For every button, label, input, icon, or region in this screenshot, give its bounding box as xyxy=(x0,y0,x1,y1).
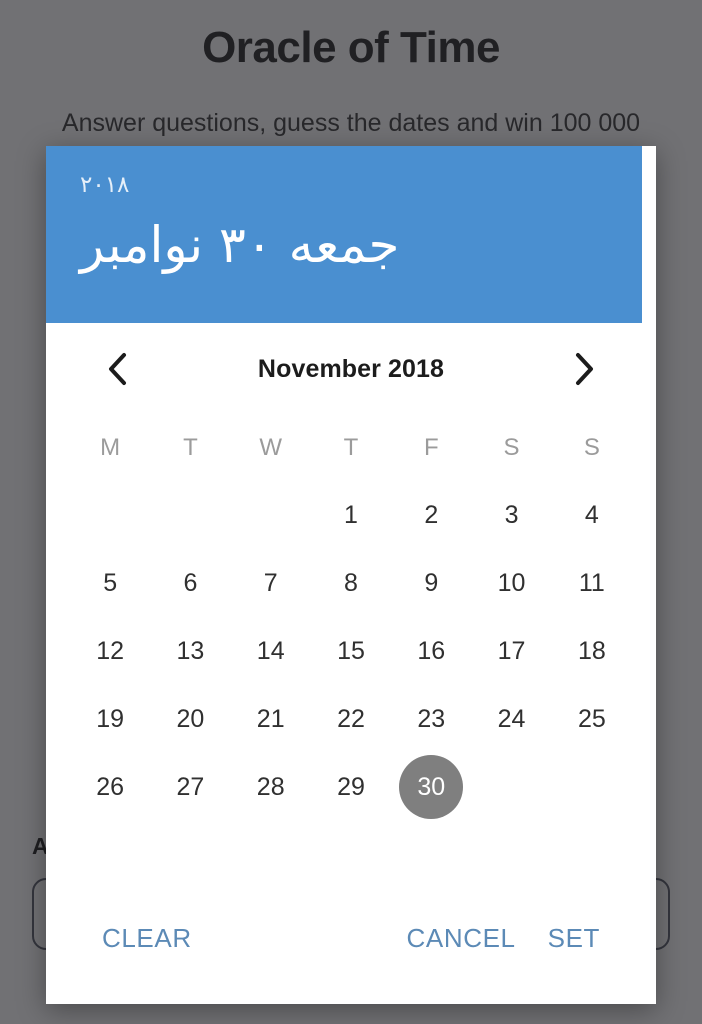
calendar-day-number: 20 xyxy=(176,704,205,733)
calendar-day-number: 2 xyxy=(424,500,439,529)
calendar-day-number: 5 xyxy=(103,568,118,597)
calendar-day-grid: 1 2 3 4 5 6 7 8 9 10 11 12 13 14 15 16 17 18 19 20 21 22 23 24 2… xyxy=(70,481,632,821)
calendar-day[interactable]: 6 xyxy=(150,549,230,617)
calendar-day[interactable]: 16 xyxy=(391,617,471,685)
calendar-day[interactable]: 17 xyxy=(471,617,551,685)
month-navigation: November 2018 xyxy=(70,323,632,415)
calendar-day-number: 1 xyxy=(344,500,358,529)
calendar-day-number: 17 xyxy=(497,636,526,665)
calendar-day[interactable]: 3 xyxy=(471,481,551,549)
calendar-day[interactable]: 4 xyxy=(552,481,632,549)
date-picker-dialog: ۲۰۱۸ جمعه ۳۰ نوامبر November 2018 M T W T F S… xyxy=(46,146,656,1004)
calendar-day-number: 8 xyxy=(344,568,358,597)
calendar-day[interactable]: 15 xyxy=(311,617,391,685)
calendar-day-number: 14 xyxy=(256,636,285,665)
calendar-day-number: 27 xyxy=(176,772,205,801)
calendar-day-number: 23 xyxy=(417,704,446,733)
calendar-day[interactable]: 26 xyxy=(70,753,150,821)
calendar-day-selected[interactable]: 30 xyxy=(391,753,471,821)
weekday-label-4: F xyxy=(423,434,439,461)
calendar-day[interactable]: 13 xyxy=(150,617,230,685)
calendar-day[interactable]: 2 xyxy=(391,481,471,549)
calendar-day-number: 19 xyxy=(96,704,125,733)
calendar-day[interactable]: 14 xyxy=(231,617,311,685)
screen-root: Oracle of Time Answer questions, guess t… xyxy=(0,0,702,1024)
calendar-day-number: 6 xyxy=(183,568,198,597)
calendar-day[interactable]: 19 xyxy=(70,685,150,753)
calendar-day-number: 16 xyxy=(417,636,446,665)
calendar-day-number: 12 xyxy=(96,636,125,665)
selected-date-long[interactable]: جمعه ۳۰ نوامبر xyxy=(80,214,608,277)
calendar-day-number: 3 xyxy=(504,500,519,529)
next-month-button[interactable] xyxy=(564,347,608,391)
set-button[interactable]: SET xyxy=(532,913,616,964)
calendar-day[interactable]: 28 xyxy=(231,753,311,821)
calendar-day-number: 18 xyxy=(577,636,606,665)
calendar-day-number: 30 xyxy=(399,755,464,819)
calendar-day-number: 29 xyxy=(337,772,365,801)
calendar-day[interactable]: 5 xyxy=(70,549,150,617)
calendar-day[interactable]: 8 xyxy=(311,549,391,617)
weekday-label-2: W xyxy=(259,434,283,461)
calendar-day-number: 28 xyxy=(256,772,285,801)
calendar-day-number: 11 xyxy=(578,568,605,597)
calendar-day[interactable]: 23 xyxy=(391,685,471,753)
previous-month-button[interactable] xyxy=(94,347,138,391)
calendar-day[interactable]: 20 xyxy=(150,685,230,753)
weekday-label-0: M xyxy=(100,434,121,461)
calendar-day-number: 25 xyxy=(577,704,606,733)
cancel-button[interactable]: CANCEL xyxy=(391,913,532,964)
date-picker-header: ۲۰۱۸ جمعه ۳۰ نوامبر xyxy=(46,146,642,323)
dialog-action-bar: CLEAR CANCEL SET xyxy=(70,892,632,1004)
calendar-day[interactable]: 18 xyxy=(552,617,632,685)
calendar-day[interactable]: 21 xyxy=(231,685,311,753)
weekday-label-6: S xyxy=(583,434,600,461)
month-year-label: November 2018 xyxy=(257,354,445,383)
calendar-day-number: 4 xyxy=(584,500,599,529)
weekday-header-row: MTWTFSS xyxy=(70,415,632,481)
calendar-day-empty xyxy=(150,481,230,549)
calendar-day-number: 13 xyxy=(176,636,205,665)
calendar-day-number: 9 xyxy=(424,568,439,597)
calendar-day[interactable]: 7 xyxy=(231,549,311,617)
weekday-label-5: S xyxy=(503,434,520,461)
calendar-day[interactable]: 22 xyxy=(311,685,391,753)
calendar-day-number: 24 xyxy=(497,704,526,733)
calendar-day[interactable]: 11 xyxy=(552,549,632,617)
calendar-day[interactable]: 12 xyxy=(70,617,150,685)
chevron-left-icon xyxy=(109,353,126,385)
selected-year[interactable]: ۲۰۱۸ xyxy=(80,172,608,198)
calendar-day-empty xyxy=(231,481,311,549)
calendar-day[interactable]: 1 xyxy=(311,481,391,549)
calendar-day[interactable]: 10 xyxy=(471,549,551,617)
calendar-day-number: 22 xyxy=(337,704,365,733)
calendar-day-number: 26 xyxy=(96,772,125,801)
calendar-day-number: 7 xyxy=(263,568,278,597)
calendar-day-empty xyxy=(70,481,150,549)
calendar-day[interactable]: 25 xyxy=(552,685,632,753)
calendar-day[interactable]: 24 xyxy=(471,685,551,753)
clear-button[interactable]: CLEAR xyxy=(86,913,208,964)
calendar-day[interactable]: 29 xyxy=(311,753,391,821)
date-picker-body: November 2018 MTWTFSS 1 2 3 4 5 6 7 8 9 10 11 12 13 1… xyxy=(46,323,656,1004)
weekday-label-1: T xyxy=(183,434,198,461)
calendar-day-number: 10 xyxy=(497,568,526,597)
chevron-right-icon xyxy=(575,353,593,385)
weekday-label-3: T xyxy=(343,434,359,461)
calendar-day-number: 21 xyxy=(256,704,285,733)
calendar-day[interactable]: 9 xyxy=(391,549,471,617)
calendar-day[interactable]: 27 xyxy=(150,753,230,821)
calendar-day-number: 15 xyxy=(337,636,365,665)
